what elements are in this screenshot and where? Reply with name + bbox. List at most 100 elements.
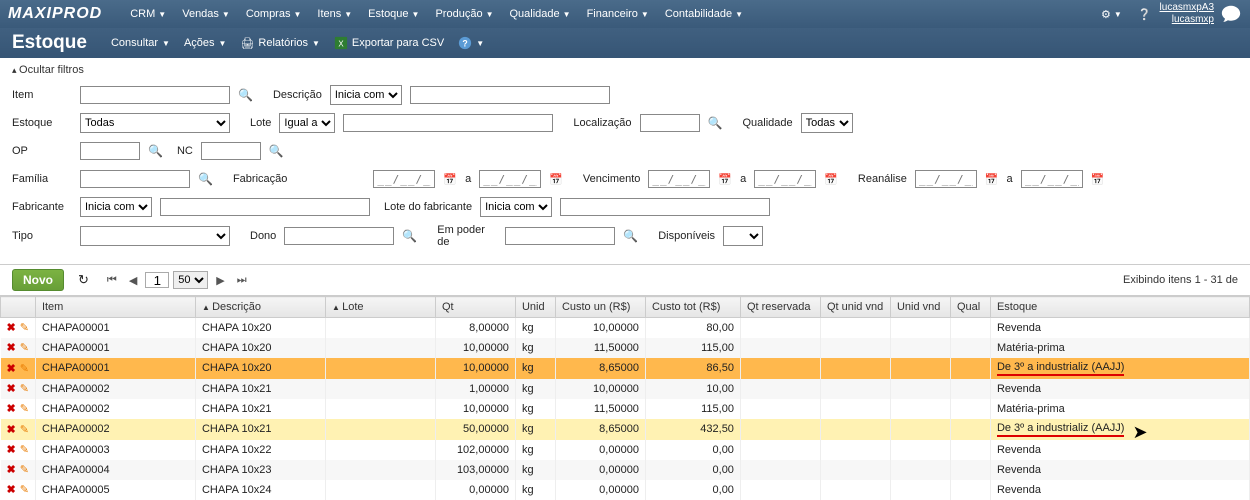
consultar-menu[interactable]: Consultar ▼ (111, 37, 170, 49)
search-icon[interactable]: 🔍 (708, 116, 723, 130)
vencimento-to-input[interactable] (754, 170, 816, 188)
fabricacao-from-input[interactable] (373, 170, 435, 188)
disponiveis-select[interactable] (723, 226, 763, 246)
col-qt-unid-vnd[interactable]: Qt unid vnd (820, 297, 890, 318)
edit-icon[interactable]: ✎ (20, 322, 29, 334)
delete-icon[interactable]: ✖ (7, 342, 16, 354)
vencimento-from-input[interactable] (648, 170, 710, 188)
lote-fab-mode-select[interactable]: Inicia com (480, 197, 552, 217)
topmenu-produção[interactable]: Produção ▼ (427, 2, 501, 26)
topmenu-crm[interactable]: CRM ▼ (122, 2, 174, 26)
delete-icon[interactable]: ✖ (7, 363, 16, 375)
search-icon[interactable]: 🔍 (148, 144, 163, 158)
gear-menu[interactable]: ⚙ ▼ (1093, 2, 1130, 27)
topmenu-compras[interactable]: Compras ▼ (238, 2, 310, 26)
edit-icon[interactable]: ✎ (20, 444, 29, 456)
reanalise-from-input[interactable] (915, 170, 977, 188)
col-unid-vnd[interactable]: Unid vnd (890, 297, 950, 318)
estoque-select[interactable]: Todas (80, 113, 230, 133)
descricao-mode-select[interactable]: Inicia com (330, 85, 402, 105)
topmenu-estoque[interactable]: Estoque ▼ (360, 2, 427, 26)
edit-icon[interactable]: ✎ (20, 342, 29, 354)
calendar-icon[interactable]: 📅 (549, 173, 563, 186)
reanalise-to-input[interactable] (1021, 170, 1083, 188)
topmenu-contabilidade[interactable]: Contabilidade ▼ (657, 2, 751, 26)
delete-icon[interactable]: ✖ (7, 322, 16, 334)
help-top-button[interactable]: ❔ (1130, 2, 1160, 27)
descricao-input[interactable] (410, 86, 610, 104)
exportar-button[interactable]: X Exportar para CSV (334, 36, 444, 50)
col-qt[interactable]: Qt (435, 297, 515, 318)
delete-icon[interactable]: ✖ (7, 464, 16, 476)
pager-next-button[interactable]: ▶ (212, 272, 228, 289)
pager-last-button[interactable]: ⏭ (233, 272, 251, 289)
em-poder-input[interactable] (505, 227, 615, 245)
search-icon[interactable]: 🔍 (269, 144, 284, 158)
dono-input[interactable] (284, 227, 394, 245)
table-row[interactable]: ✖✎CHAPA00003CHAPA 10x22102,00000kg0,0000… (1, 440, 1250, 460)
table-row[interactable]: ✖✎CHAPA00001CHAPA 10x2010,00000kg8,65000… (1, 358, 1250, 379)
calendar-icon[interactable]: 📅 (1091, 173, 1105, 186)
user-link-1[interactable]: lucasmxpA3 (1160, 2, 1214, 14)
table-row[interactable]: ✖✎CHAPA00001CHAPA 10x2010,00000kg11,5000… (1, 338, 1250, 358)
topmenu-qualidade[interactable]: Qualidade ▼ (501, 2, 578, 26)
col-lote[interactable]: Lote (325, 297, 435, 318)
col-item[interactable]: Item (35, 297, 195, 318)
edit-icon[interactable]: ✎ (20, 484, 29, 496)
op-input[interactable] (80, 142, 140, 160)
table-row[interactable]: ✖✎CHAPA00004CHAPA 10x23103,00000kg0,0000… (1, 460, 1250, 480)
item-input[interactable] (80, 86, 230, 104)
toggle-filters-link[interactable]: Ocultar filtros (12, 64, 84, 76)
lote-input[interactable] (343, 114, 553, 132)
qualidade-select[interactable]: Todas (801, 113, 853, 133)
delete-icon[interactable]: ✖ (7, 444, 16, 456)
calendar-icon[interactable]: 📅 (443, 173, 457, 186)
refresh-button[interactable]: ↻ (72, 270, 95, 290)
fabricacao-to-input[interactable] (479, 170, 541, 188)
table-row[interactable]: ✖✎CHAPA00002CHAPA 10x2150,00000kg8,65000… (1, 419, 1250, 440)
pager-prev-button[interactable]: ◀ (125, 272, 141, 289)
col-qual[interactable]: Qual (950, 297, 990, 318)
topmenu-itens[interactable]: Itens ▼ (309, 2, 360, 26)
delete-icon[interactable]: ✖ (7, 403, 16, 415)
delete-icon[interactable]: ✖ (7, 424, 16, 436)
chat-icon[interactable] (1220, 3, 1242, 26)
col-descricao[interactable]: Descrição (195, 297, 325, 318)
pager-page-input[interactable] (145, 272, 169, 288)
pager-size-select[interactable]: 50 (173, 271, 208, 289)
edit-icon[interactable]: ✎ (20, 403, 29, 415)
calendar-icon[interactable]: 📅 (824, 173, 838, 186)
calendar-icon[interactable]: 📅 (985, 173, 999, 186)
delete-icon[interactable]: ✖ (7, 484, 16, 496)
help-page-button[interactable]: ? ▼ (458, 36, 484, 50)
lote-mode-select[interactable]: Igual a (279, 113, 335, 133)
topmenu-vendas[interactable]: Vendas ▼ (174, 2, 238, 26)
novo-button[interactable]: Novo (12, 269, 64, 291)
edit-icon[interactable]: ✎ (20, 424, 29, 436)
col-unid[interactable]: Unid (515, 297, 555, 318)
table-row[interactable]: ✖✎CHAPA00005CHAPA 10x240,00000kg0,000000… (1, 480, 1250, 500)
lote-fabricante-input[interactable] (560, 198, 770, 216)
table-row[interactable]: ✖✎CHAPA00001CHAPA 10x208,00000kg10,00000… (1, 318, 1250, 338)
topmenu-financeiro[interactable]: Financeiro ▼ (579, 2, 657, 26)
relatorios-menu[interactable]: 🖨 Relatórios ▼ (240, 37, 319, 50)
fabricante-mode-select[interactable]: Inicia com (80, 197, 152, 217)
pager-first-button[interactable]: ⏮ (103, 272, 121, 289)
search-icon[interactable]: 🔍 (238, 88, 253, 102)
search-icon[interactable]: 🔍 (402, 229, 417, 243)
user-link-2[interactable]: lucasmxp (1172, 14, 1214, 26)
edit-icon[interactable]: ✎ (20, 363, 29, 375)
familia-input[interactable] (80, 170, 190, 188)
table-row[interactable]: ✖✎CHAPA00002CHAPA 10x211,00000kg10,00000… (1, 379, 1250, 399)
delete-icon[interactable]: ✖ (7, 383, 16, 395)
localizacao-input[interactable] (640, 114, 700, 132)
nc-input[interactable] (201, 142, 261, 160)
col-qt-reservada[interactable]: Qt reservada (740, 297, 820, 318)
col-custo-un[interactable]: Custo un (R$) (555, 297, 645, 318)
search-icon[interactable]: 🔍 (198, 172, 213, 186)
edit-icon[interactable]: ✎ (20, 383, 29, 395)
search-icon[interactable]: 🔍 (623, 229, 638, 243)
fabricante-input[interactable] (160, 198, 370, 216)
col-custo-tot[interactable]: Custo tot (R$) (645, 297, 740, 318)
table-row[interactable]: ✖✎CHAPA00002CHAPA 10x2110,00000kg11,5000… (1, 399, 1250, 419)
